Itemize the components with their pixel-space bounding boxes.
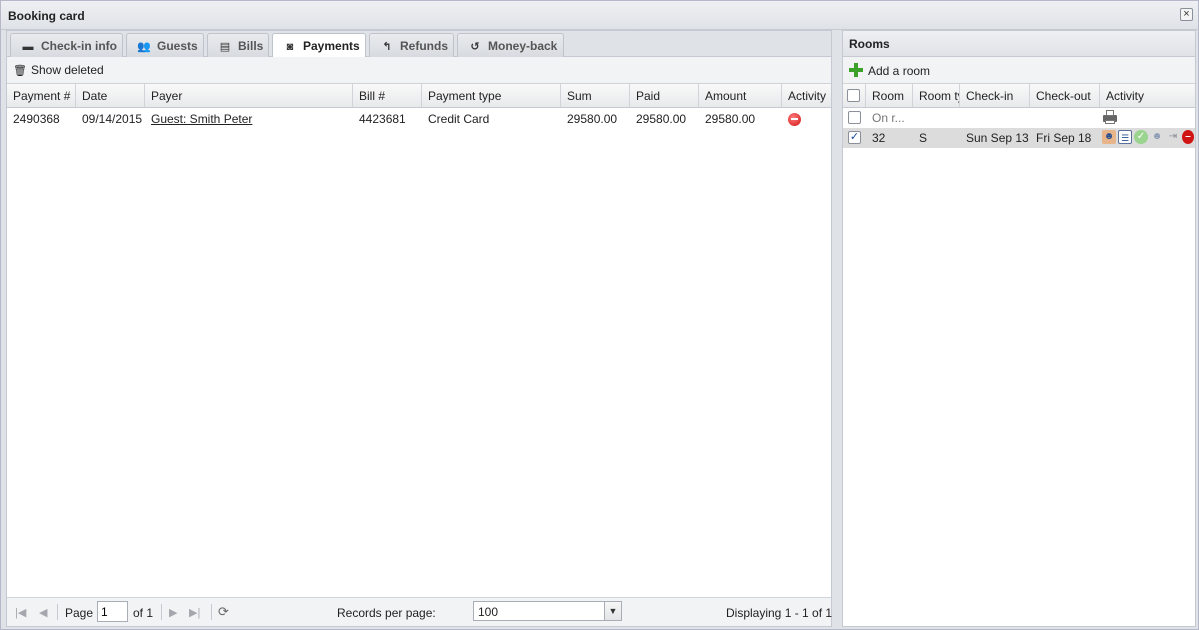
- col-payment-no[interactable]: Payment #: [7, 84, 76, 107]
- show-deleted-button[interactable]: 🗑 Show deleted: [13, 63, 104, 77]
- show-deleted-label: Show deleted: [31, 63, 104, 77]
- window-titlebar: Booking card ×: [1, 1, 1198, 30]
- pagination-bar: |◀ ◀ Page of 1 ▶ ▶| ⟳ Records per page: …: [7, 597, 833, 626]
- displaying-info: Displaying 1 - 1 of 1: [726, 606, 833, 620]
- pager-separator: [57, 604, 58, 620]
- row-checkbox[interactable]: [848, 111, 861, 124]
- page-of-label: of 1: [133, 606, 154, 620]
- reply-icon: ↰: [382, 41, 392, 53]
- pager-separator: [161, 604, 162, 620]
- cell-payer: Guest: Smith Peter: [145, 108, 353, 130]
- exit-icon[interactable]: ⇥: [1166, 130, 1180, 144]
- last-page-icon[interactable]: ▶|: [189, 606, 200, 619]
- rooms-panel: Rooms Add a room Room Room ty Check-in C…: [842, 30, 1196, 627]
- cell-paid: 29580.00: [636, 112, 687, 126]
- pager-separator: [211, 604, 212, 620]
- col-check-out[interactable]: Check-out: [1030, 84, 1100, 107]
- delete-icon[interactable]: –: [1182, 130, 1194, 144]
- page-input[interactable]: [97, 601, 128, 622]
- records-per-page-label: Records per page:: [337, 606, 436, 620]
- briefcase-icon: ▬: [22, 41, 34, 53]
- tab-label: Money-back: [488, 39, 558, 53]
- add-room-button[interactable]: Add a room: [868, 64, 930, 78]
- user-icon[interactable]: ☻: [1150, 130, 1164, 144]
- col-check-in[interactable]: Check-in: [960, 84, 1030, 107]
- list-item[interactable]: On r...: [843, 108, 1195, 128]
- col-payment-type[interactable]: Payment type: [422, 84, 561, 107]
- users-icon: 👥: [137, 41, 151, 53]
- col-bill-no[interactable]: Bill #: [353, 84, 422, 107]
- check-icon[interactable]: ✓: [1134, 130, 1148, 144]
- first-page-icon[interactable]: |◀: [15, 606, 26, 619]
- close-icon[interactable]: ×: [1180, 8, 1193, 21]
- undo-icon: ↺: [470, 41, 480, 53]
- col-select: [843, 84, 866, 107]
- cell-date: 09/14/2015: [82, 112, 143, 126]
- col-sum[interactable]: Sum: [561, 84, 630, 107]
- tab-guests[interactable]: 👥 Guests: [126, 33, 204, 57]
- col-amount[interactable]: Amount: [699, 84, 782, 107]
- rooms-table-header: Room Room ty Check-in Check-out Activity: [843, 84, 1195, 108]
- tab-check-in-info[interactable]: ▬ Check-in info: [10, 33, 123, 57]
- cell-amount: 29580.00: [705, 112, 756, 126]
- room-cell: On r...: [872, 111, 905, 125]
- col-paid[interactable]: Paid: [630, 84, 699, 107]
- tab-label: Refunds: [400, 39, 448, 53]
- col-room[interactable]: Room: [866, 84, 913, 107]
- payments-panel: ▬ Check-in info 👥 Guests ▤ Bills ◙ Payments …: [6, 30, 832, 627]
- col-payer[interactable]: Payer: [145, 84, 353, 107]
- payments-toolbar: 🗑 Show deleted: [7, 57, 831, 84]
- cell-bill-no: 4423681: [359, 112, 406, 126]
- trash-icon: 🗑: [13, 65, 27, 77]
- document-icon: ▤: [219, 41, 231, 53]
- col-date[interactable]: Date: [76, 84, 145, 107]
- rooms-toolbar: Add a room: [843, 57, 1195, 84]
- payer-link[interactable]: Guest: Smith Peter: [151, 112, 252, 126]
- tab-bills[interactable]: ▤ Bills: [207, 33, 269, 57]
- window-title: Booking card: [8, 9, 85, 23]
- cell-activity: [782, 108, 831, 130]
- room-type-cell: S: [919, 131, 928, 145]
- row-checkbox[interactable]: ✓: [848, 131, 861, 144]
- refresh-icon[interactable]: ⟳: [218, 604, 229, 620]
- tab-label: Guests: [157, 39, 198, 53]
- delete-icon[interactable]: [788, 113, 801, 126]
- table-row[interactable]: 2490368 09/14/2015 Guest: Smith Peter 44…: [7, 108, 831, 130]
- cell-payment-type: Credit Card: [428, 112, 490, 126]
- payments-table-header: Payment # Date Payer Bill # Payment type…: [7, 84, 831, 108]
- col-room-type[interactable]: Room ty: [913, 84, 960, 107]
- tab-label: Check-in info: [41, 39, 118, 53]
- check-out-cell: Fri Sep 18: [1036, 131, 1092, 145]
- chevron-down-icon: ▼: [604, 602, 621, 620]
- booking-card-window: Booking card × ▬ Check-in info 👥 Guests ▤ B…: [0, 0, 1199, 630]
- check-in-cell: Sun Sep 13: [966, 131, 1029, 145]
- banknote-icon: ◙: [286, 41, 294, 53]
- list-icon[interactable]: ☰: [1118, 130, 1132, 144]
- tab-label: Bills: [238, 39, 264, 53]
- page-label: Page: [65, 606, 94, 620]
- col-room-activity[interactable]: Activity: [1100, 84, 1195, 107]
- select-all-checkbox[interactable]: [847, 89, 860, 102]
- records-per-page-select[interactable]: 100 ▼: [473, 601, 622, 621]
- plus-icon[interactable]: [848, 62, 864, 78]
- tab-label: Payments: [303, 39, 360, 53]
- tab-refunds[interactable]: ↰ Refunds: [369, 33, 454, 57]
- room-cell: 32: [872, 131, 886, 145]
- col-activity[interactable]: Activity: [782, 84, 831, 107]
- cell-sum: 29580.00: [567, 112, 618, 126]
- next-page-icon[interactable]: ▶: [169, 606, 177, 619]
- cell-payment-no: 2490368: [13, 112, 60, 126]
- rooms-title: Rooms: [843, 31, 1195, 57]
- prev-page-icon[interactable]: ◀: [39, 606, 47, 619]
- printer-icon[interactable]: [1102, 109, 1118, 125]
- records-per-page-value: 100: [478, 605, 499, 619]
- list-item[interactable]: ✓ 32 S Sun Sep 13 Fri Sep 18 ☻ ☰ ✓ ☻ ⇥ –: [843, 128, 1195, 148]
- tab-bar: ▬ Check-in info 👥 Guests ▤ Bills ◙ Payments …: [7, 31, 831, 58]
- tab-payments[interactable]: ◙ Payments: [272, 33, 366, 58]
- tab-money-back[interactable]: ↺ Money-back: [457, 33, 564, 57]
- guest-icon[interactable]: ☻: [1102, 130, 1116, 144]
